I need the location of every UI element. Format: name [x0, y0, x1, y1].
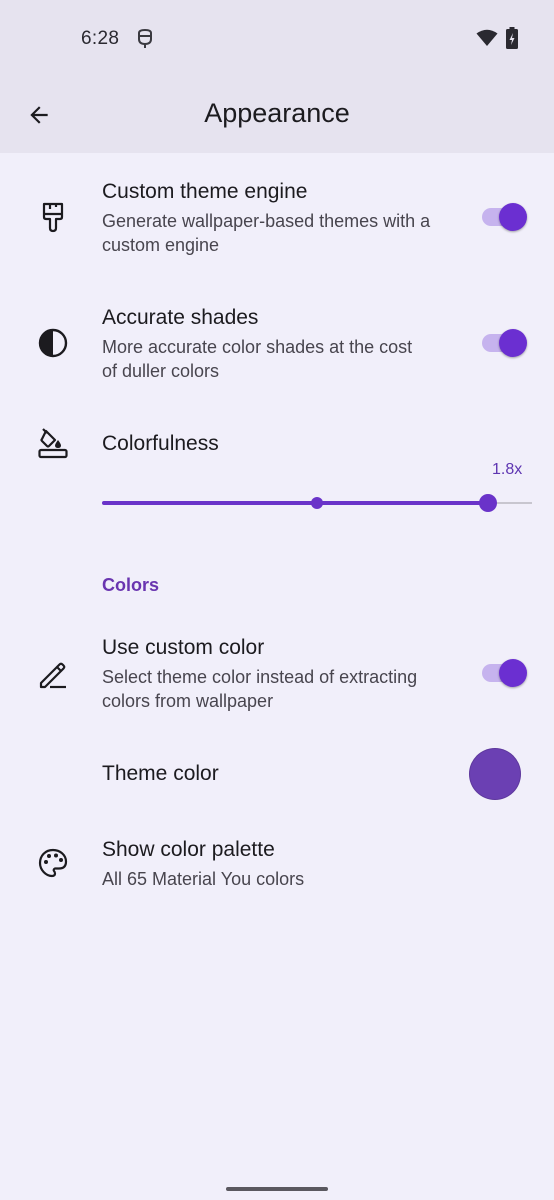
section-header-colors: Colors: [102, 575, 160, 595]
accurate-shades-switch[interactable]: [481, 326, 529, 360]
page-title: Appearance: [204, 98, 350, 128]
wifi-icon: [476, 29, 498, 46]
setting-title: Use custom color: [102, 636, 265, 659]
setting-title: Colorfulness: [102, 432, 219, 455]
slider-track-active: [102, 501, 488, 505]
switch-thumb: [499, 659, 527, 687]
slider-handle[interactable]: [479, 494, 497, 512]
edit-pencil-icon: [39, 662, 66, 689]
status-bar: 6:28: [0, 0, 554, 78]
paint-brush-icon: [42, 202, 64, 233]
slider-tick: [311, 497, 323, 509]
theme-color-swatch[interactable]: [469, 748, 521, 800]
setting-accurate-shades[interactable]: Accurate shades More accurate color shad…: [0, 296, 554, 396]
setting-show-color-palette[interactable]: Show color palette All 65 Material You c…: [0, 828, 554, 908]
format-color-fill-icon: [38, 428, 68, 459]
setting-title: Custom theme engine: [102, 180, 308, 203]
setting-subtitle: More accurate color shades at the cost o…: [102, 337, 413, 381]
setting-title: Accurate shades: [102, 306, 259, 329]
notification-icon: [138, 28, 152, 48]
switch-thumb: [499, 329, 527, 357]
setting-subtitle: Select theme color instead of extracting…: [102, 667, 418, 711]
status-time: 6:28: [81, 28, 120, 49]
app-bar: Appearance: [0, 78, 554, 153]
setting-title: Theme color: [102, 762, 219, 785]
setting-subtitle: All 65 Material You colors: [102, 869, 305, 889]
setting-subtitle: Generate wallpaper-based themes with a c…: [102, 211, 431, 255]
use-custom-color-switch[interactable]: [481, 656, 529, 690]
switch-thumb: [499, 203, 527, 231]
palette-icon: [38, 848, 68, 878]
battery-charging-icon: [506, 27, 518, 49]
home-indicator[interactable]: [226, 1187, 328, 1191]
colorfulness-slider[interactable]: [102, 492, 532, 514]
setting-colorfulness: Colorfulness: [0, 422, 554, 542]
setting-custom-theme-engine[interactable]: Custom theme engine Generate wallpaper-b…: [0, 170, 554, 270]
custom-theme-engine-switch[interactable]: [481, 200, 529, 234]
contrast-icon: [38, 328, 68, 358]
setting-use-custom-color[interactable]: Use custom color Select theme color inst…: [0, 626, 554, 726]
colorfulness-value: 1.8x: [492, 461, 523, 478]
setting-title: Show color palette: [102, 838, 275, 861]
